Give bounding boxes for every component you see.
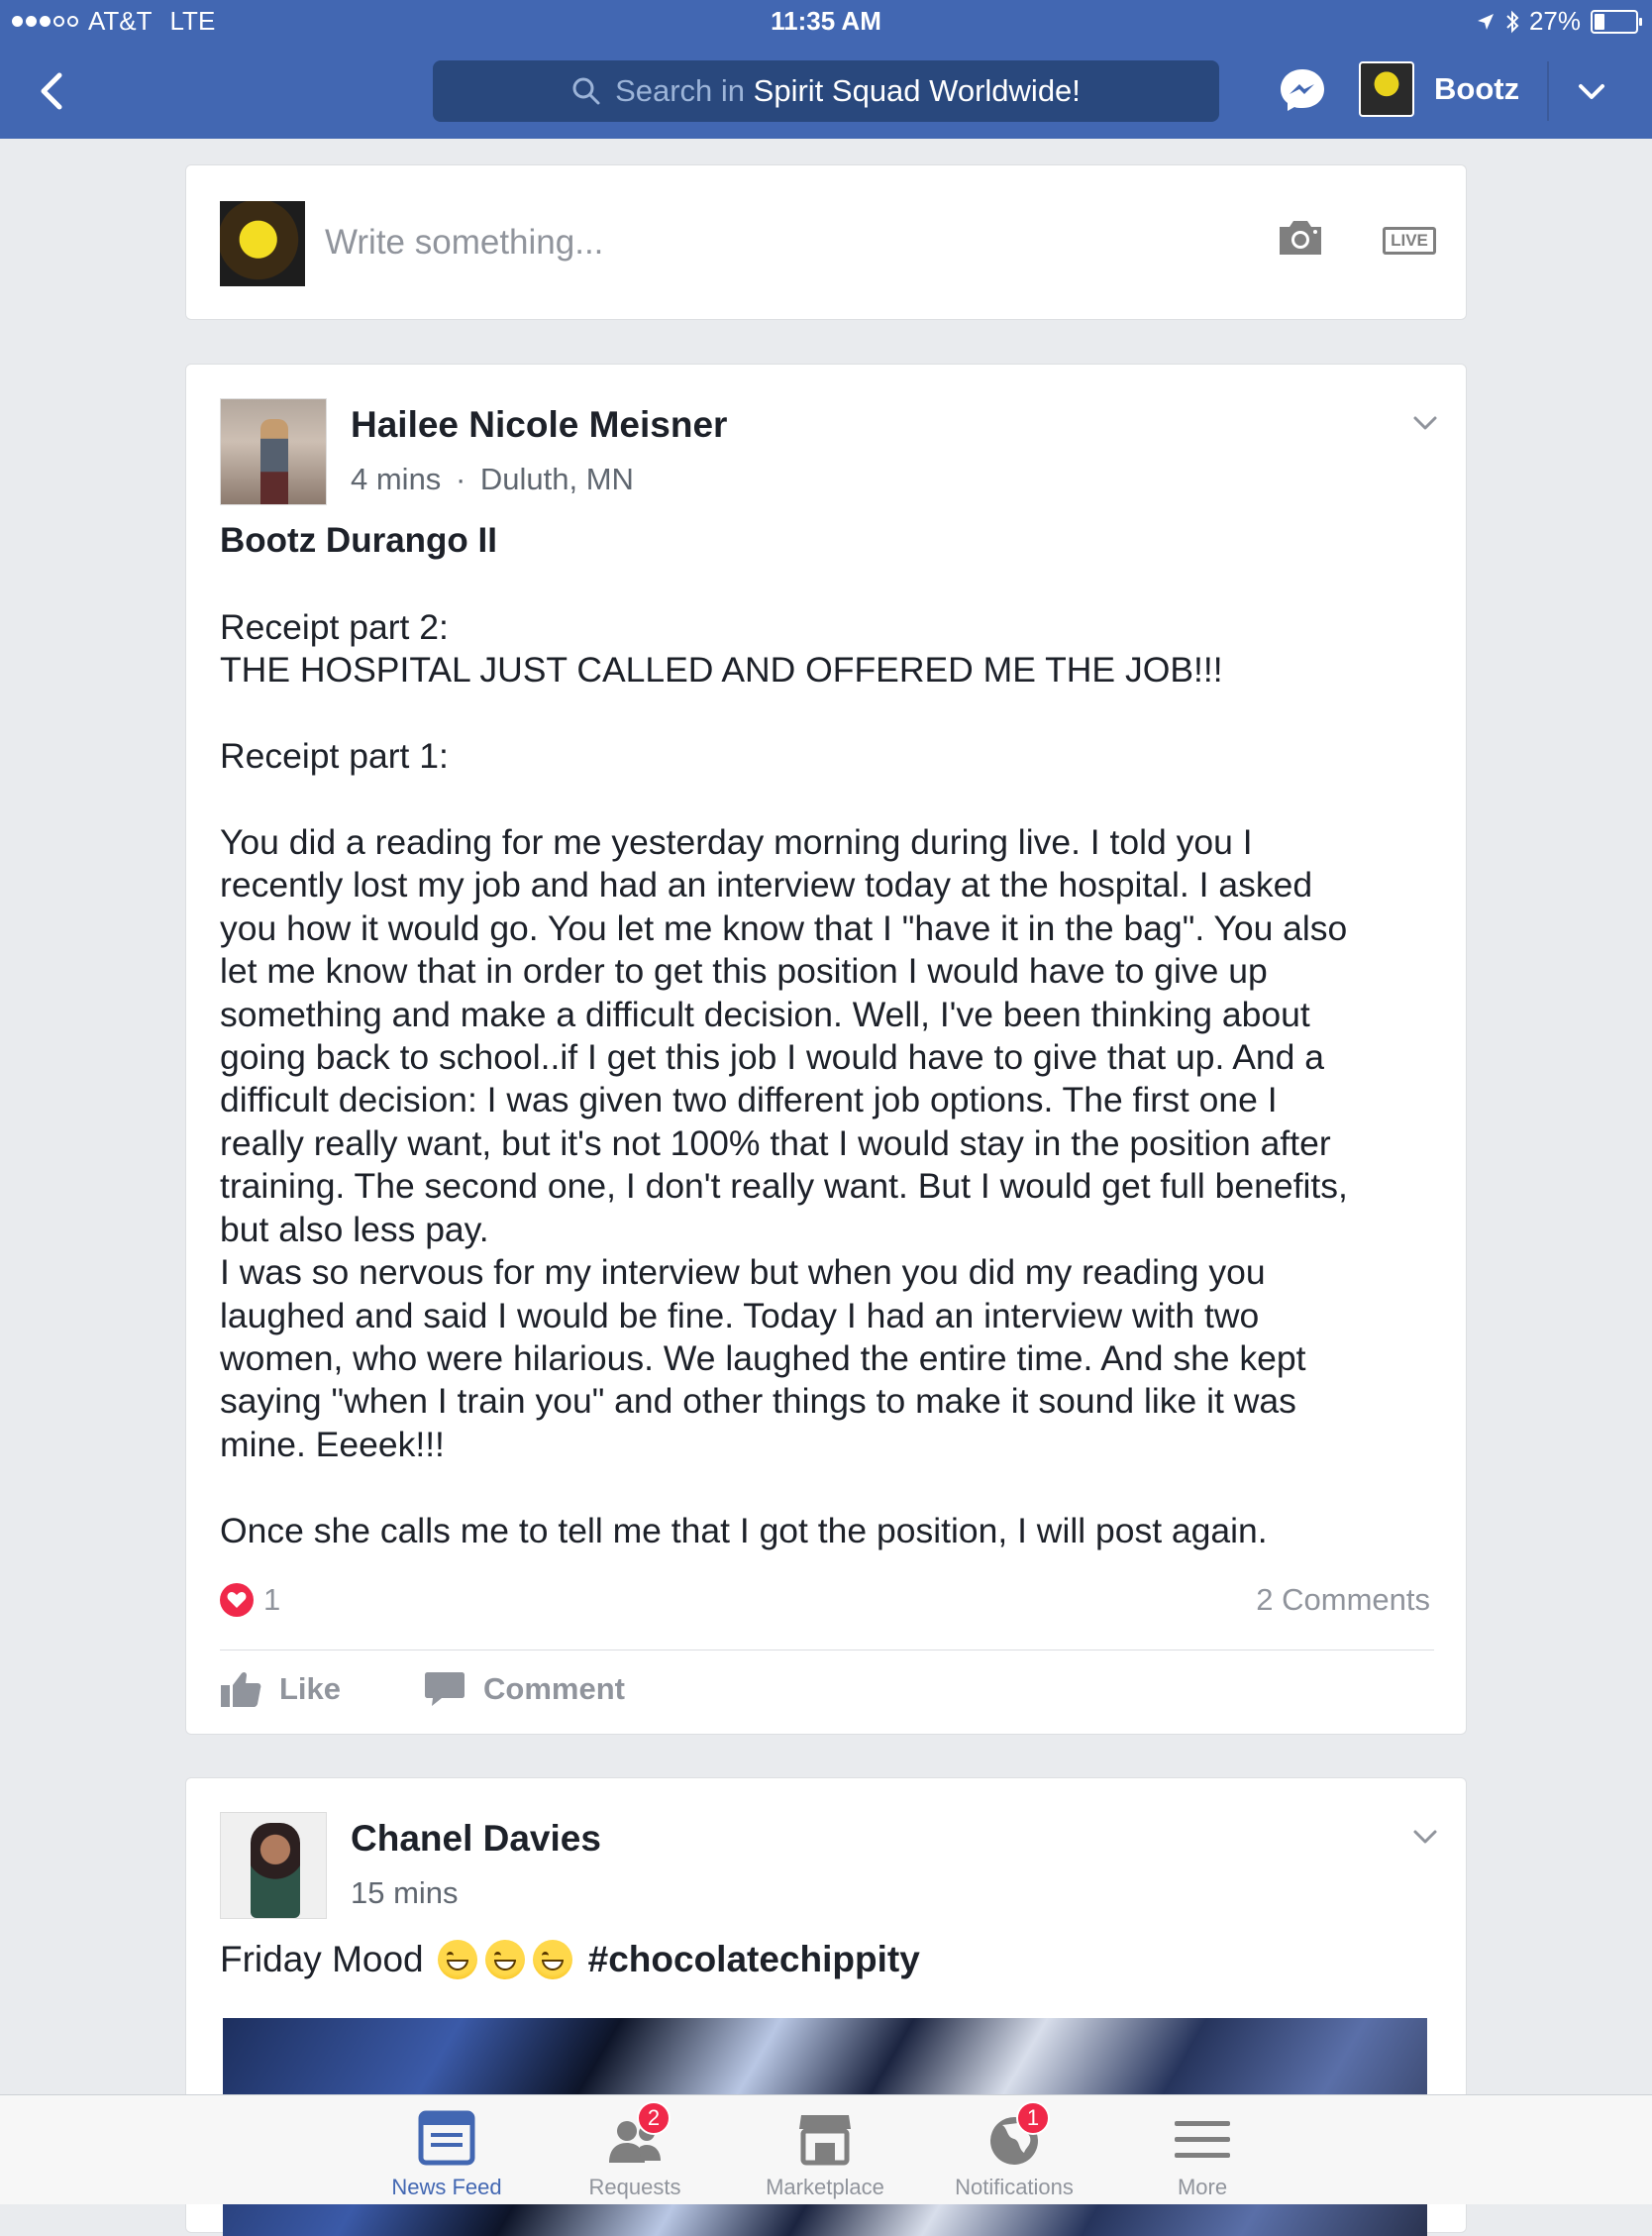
comment-button[interactable]: Comment bbox=[424, 1670, 625, 1708]
search-group-name: Spirit Squad Worldwide! bbox=[753, 73, 1081, 108]
tab-label: News Feed bbox=[391, 2175, 502, 2199]
camera-icon[interactable] bbox=[1276, 217, 1325, 259]
post-time[interactable]: 4 mins bbox=[351, 462, 441, 496]
search-prefix: Search in bbox=[615, 73, 746, 108]
author-avatar[interactable] bbox=[220, 1812, 327, 1919]
requests-badge: 2 bbox=[637, 2101, 671, 2135]
top-nav-bar: Search in Spirit Squad Worldwide! Bootz bbox=[0, 44, 1652, 139]
post-text: Friday Mood bbox=[220, 1939, 424, 1979]
post-time[interactable]: 15 mins bbox=[351, 1875, 459, 1910]
tab-marketplace[interactable]: Marketplace bbox=[741, 2109, 909, 2200]
tab-requests[interactable]: 2 Requests bbox=[551, 2101, 719, 2200]
news-feed-icon bbox=[417, 2109, 476, 2169]
comment-bubble-icon bbox=[425, 1672, 465, 1706]
love-reaction-icon bbox=[220, 1583, 254, 1617]
post-meta: 15 mins bbox=[351, 1875, 459, 1911]
bottom-tab-bar: News Feed 2 Requests Marketplace 1 Notif… bbox=[0, 2094, 1652, 2204]
bluetooth-icon bbox=[1506, 10, 1519, 33]
tab-label: Marketplace bbox=[766, 2175, 884, 2199]
battery-icon bbox=[1591, 9, 1642, 34]
globe-icon: 1 bbox=[984, 2101, 1050, 2169]
chevron-down-icon[interactable] bbox=[1575, 75, 1608, 109]
tab-notifications[interactable]: 1 Notifications bbox=[930, 2101, 1098, 2200]
grinning-emoji-icon bbox=[484, 1940, 525, 1979]
menu-icon bbox=[1173, 2109, 1232, 2169]
grinning-emoji-icon bbox=[532, 1940, 572, 1979]
marketplace-icon bbox=[795, 2109, 855, 2169]
hashtag-link[interactable]: #chocolatechippity bbox=[588, 1939, 920, 1980]
reaction-count: 1 bbox=[263, 1582, 281, 1617]
post-body-text: Friday Mood #chocolatechippity bbox=[220, 1939, 920, 1980]
nav-divider bbox=[1547, 61, 1549, 121]
post-composer: LIVE bbox=[185, 164, 1467, 320]
tab-label: Notifications bbox=[955, 2175, 1074, 2199]
write-something-input[interactable] bbox=[325, 223, 1018, 263]
thumbs-up-icon bbox=[221, 1671, 261, 1707]
post-location[interactable]: Duluth, MN bbox=[480, 462, 634, 496]
author-name[interactable]: Hailee Nicole Meisner bbox=[351, 404, 727, 446]
feed-post: Hailee Nicole Meisner 4 mins · Duluth, M… bbox=[185, 364, 1467, 1735]
search-icon bbox=[572, 77, 600, 105]
tab-news-feed[interactable]: News Feed bbox=[362, 2109, 531, 2200]
status-right: 27% bbox=[1476, 6, 1642, 37]
group-search-input[interactable]: Search in Spirit Squad Worldwide! bbox=[433, 60, 1219, 122]
friend-requests-icon: 2 bbox=[605, 2101, 671, 2169]
grinning-emoji-icon bbox=[437, 1940, 477, 1979]
post-options-chevron-icon[interactable] bbox=[1410, 1822, 1440, 1852]
tagged-person[interactable]: Bootz Durango II bbox=[220, 521, 497, 561]
profile-name[interactable]: Bootz bbox=[1434, 71, 1519, 107]
status-bar: AT&T LTE 11:35 AM 27% bbox=[0, 0, 1652, 44]
messenger-icon[interactable] bbox=[1278, 65, 1327, 115]
post-options-chevron-icon[interactable] bbox=[1410, 408, 1440, 438]
reaction-summary[interactable]: 1 bbox=[220, 1582, 280, 1618]
battery-percent: 27% bbox=[1528, 6, 1581, 36]
like-button[interactable]: Like bbox=[220, 1670, 341, 1708]
composer-avatar bbox=[220, 201, 305, 286]
like-label: Like bbox=[279, 1671, 342, 1706]
live-video-button[interactable]: LIVE bbox=[1383, 227, 1436, 255]
tab-label: Requests bbox=[588, 2175, 681, 2199]
tab-more[interactable]: More bbox=[1118, 2109, 1287, 2200]
meta-separator: · bbox=[455, 462, 466, 496]
profile-avatar[interactable] bbox=[1359, 61, 1414, 117]
location-arrow-icon bbox=[1477, 13, 1494, 30]
post-meta: 4 mins · Duluth, MN bbox=[351, 462, 634, 497]
clock: 11:35 AM bbox=[771, 6, 881, 36]
tab-label: More bbox=[1177, 2175, 1228, 2199]
author-avatar[interactable] bbox=[220, 398, 327, 505]
comments-count[interactable]: 2 Comments bbox=[1256, 1582, 1430, 1618]
comment-label: Comment bbox=[483, 1671, 625, 1706]
author-name[interactable]: Chanel Davies bbox=[351, 1818, 601, 1860]
back-arrow-icon[interactable] bbox=[30, 67, 77, 115]
notifications-badge: 1 bbox=[1016, 2101, 1050, 2135]
post-body-text: Receipt part 2: THE HOSPITAL JUST CALLED… bbox=[220, 607, 1348, 1550]
